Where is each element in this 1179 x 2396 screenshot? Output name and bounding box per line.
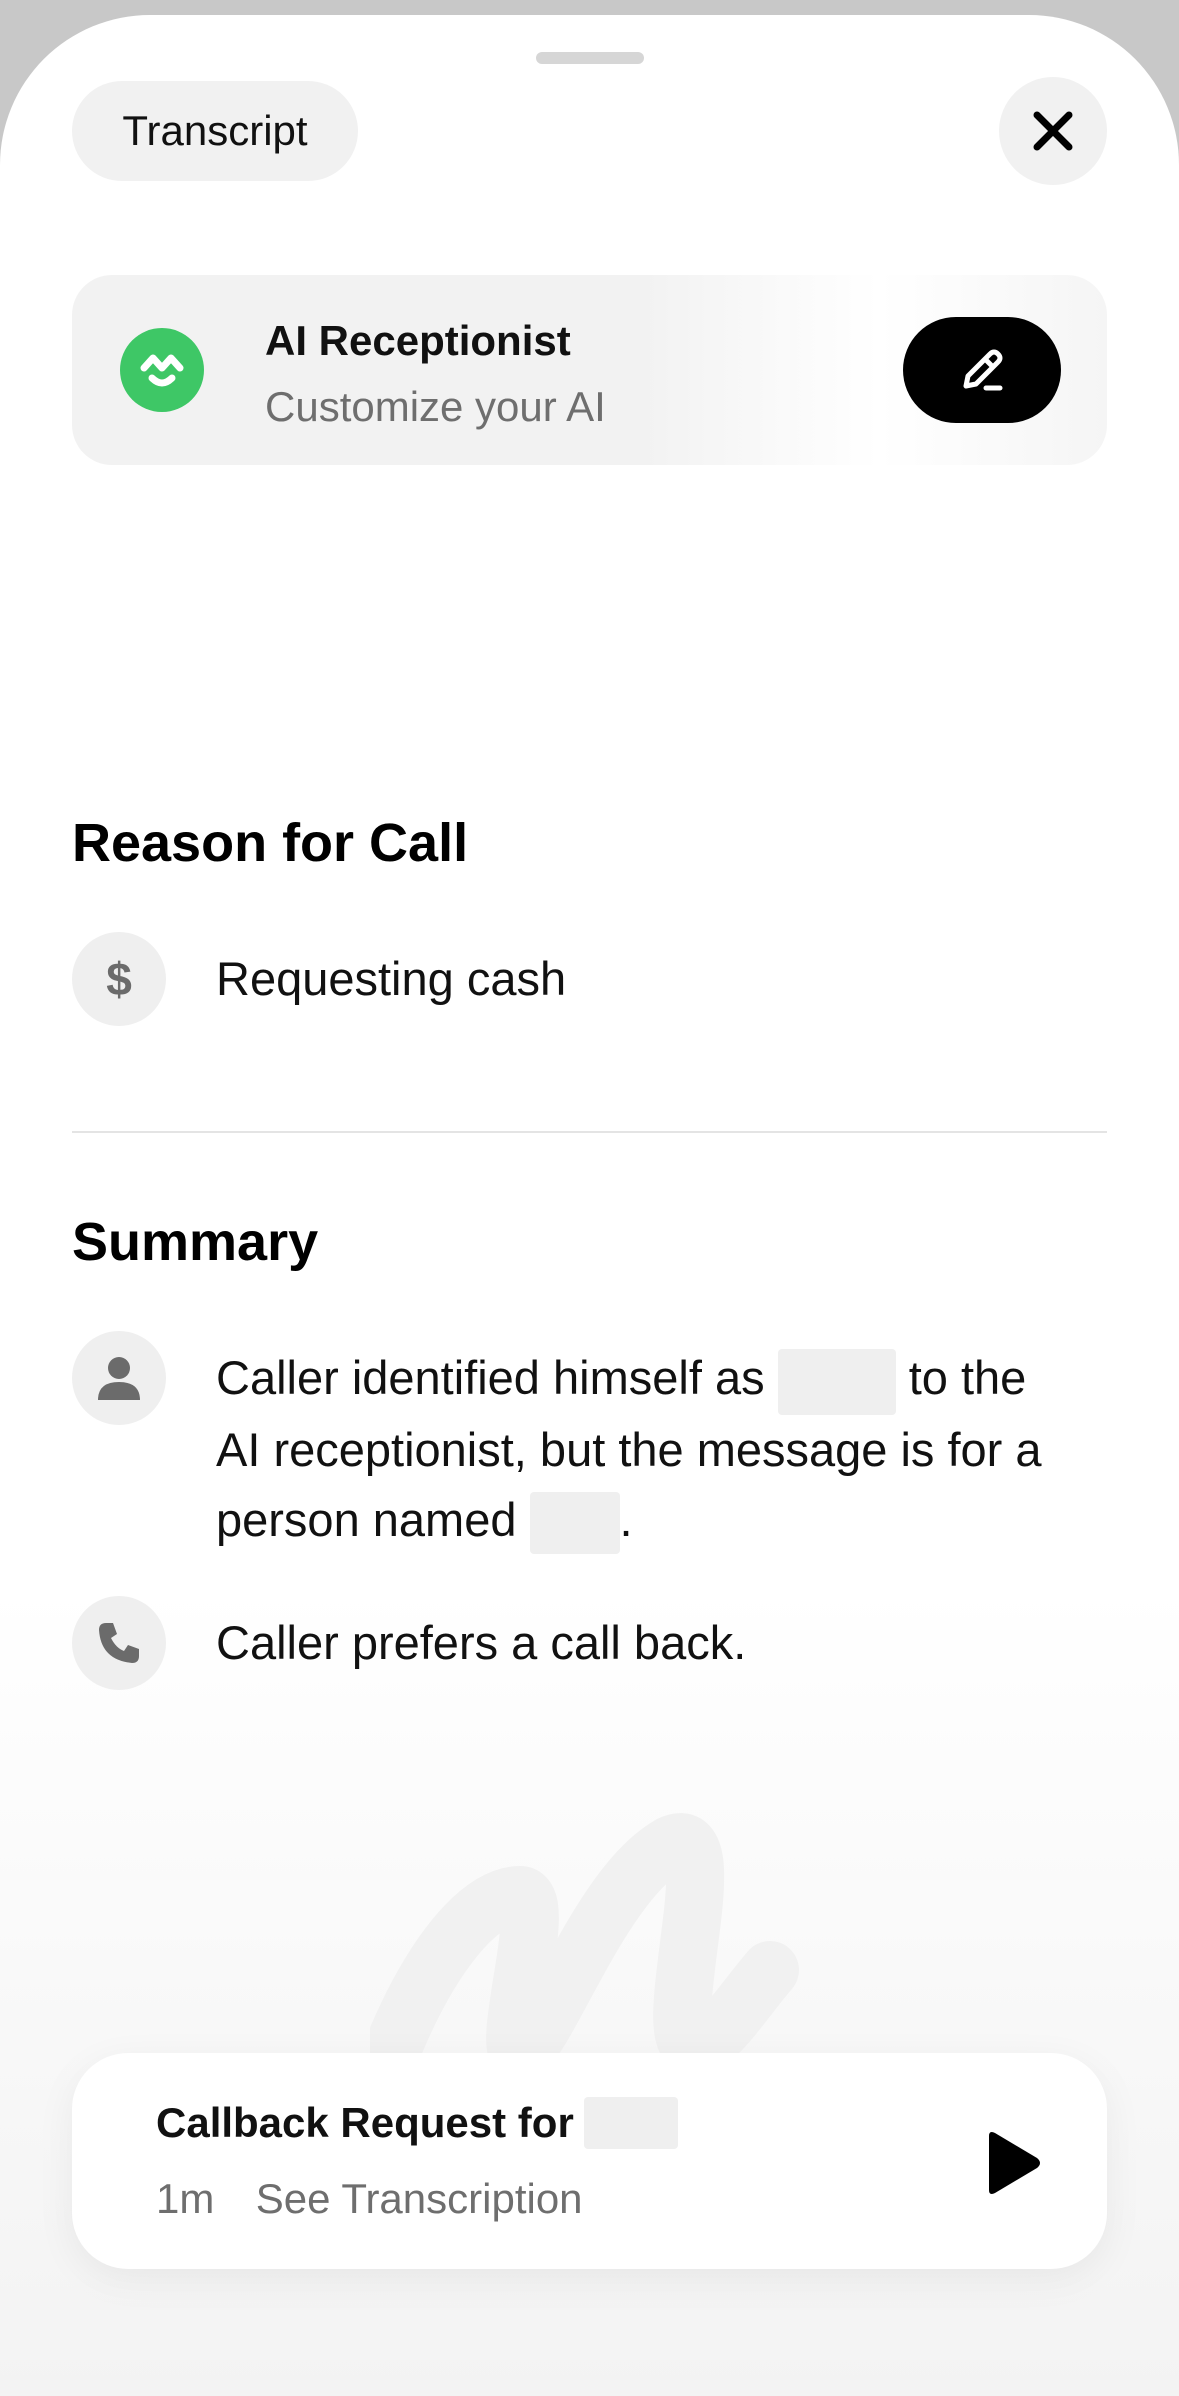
see-transcription-link[interactable]: See Transcription [256,2175,583,2222]
voicemail-title-text: Callback Request for [156,2099,574,2146]
summary-item-callback: Caller prefers a call back. [216,1616,747,1669]
reason-heading: Reason for Call [72,813,469,873]
summary-line2: AI receptionist, but the message is for … [216,1422,1042,1476]
ai-card-subtitle: Customize your AI [265,383,606,430]
voicemail-card[interactable]: Callback Request for 1m See Transcriptio… [72,2053,1107,2269]
svg-text:$: $ [106,953,132,1005]
ai-receptionist-card[interactable]: AI Receptionist Customize your AI [72,275,1107,465]
transcript-tab[interactable]: Transcript [72,81,358,181]
summary-heading: Summary [72,1212,319,1272]
summary-line3-a: person named [216,1492,517,1546]
ai-card-title: AI Receptionist [265,317,571,364]
dollar-icon: $ [72,932,166,1026]
edit-ai-button[interactable] [903,317,1061,423]
voicemail-meta: 1m See Transcription [156,2175,583,2223]
ai-logo-icon [120,328,204,412]
voicemail-duration: 1m [156,2175,215,2222]
summary-line3-b: . [619,1492,633,1546]
watermark-logo-icon [370,1813,799,2075]
person-icon [72,1331,166,1425]
close-icon [1033,111,1073,151]
close-button[interactable] [999,77,1107,185]
redacted-name [529,1492,620,1555]
play-button[interactable] [972,2123,1052,2203]
sheet-grabber[interactable] [536,52,644,64]
pencil-icon [963,349,1003,391]
reason-item-text: Requesting cash [216,952,567,1005]
phone-icon [72,1596,166,1690]
summary-line1-b: to the [908,1351,1027,1404]
summary-line1-a: Caller identified himself as [216,1351,765,1404]
summary-item-identity: Caller identified himself as to the AI r… [216,1343,1116,1555]
redacted-name [583,2097,678,2149]
divider [72,1131,1107,1133]
transcript-sheet: Transcript AI Receptionist Customize you… [0,15,1179,2396]
play-icon [989,2132,1040,2194]
voicemail-title: Callback Request for [156,2097,678,2149]
transcript-label: Transcript [122,107,308,154]
redacted-name [777,1348,896,1415]
